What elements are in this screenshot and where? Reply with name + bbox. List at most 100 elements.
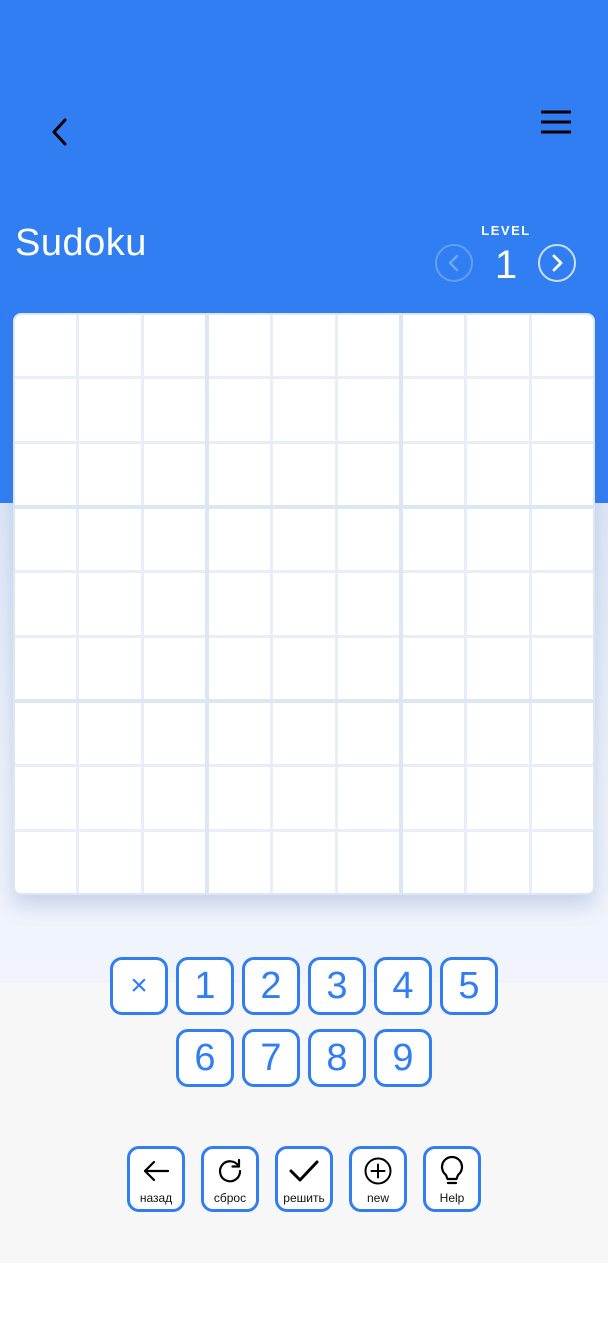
board-cell[interactable] (403, 573, 465, 635)
new-game-button[interactable]: new (349, 1146, 407, 1212)
board-cell[interactable] (403, 509, 465, 571)
board-cell[interactable] (337, 509, 399, 571)
board-cell[interactable] (403, 443, 465, 505)
board-cell[interactable] (209, 831, 271, 893)
board-cell[interactable] (467, 315, 529, 377)
back-button[interactable] (38, 110, 82, 154)
board-cell[interactable] (467, 443, 529, 505)
board-cell[interactable] (337, 703, 399, 765)
board-cell[interactable] (143, 315, 205, 377)
board-cell[interactable] (143, 703, 205, 765)
board-cell[interactable] (467, 379, 529, 441)
board-cell[interactable] (15, 637, 77, 699)
board-cell[interactable] (143, 573, 205, 635)
board-cell[interactable] (209, 573, 271, 635)
board-cell[interactable] (337, 573, 399, 635)
board-cell[interactable] (15, 379, 77, 441)
board-cell[interactable] (337, 315, 399, 377)
board-cell[interactable] (403, 379, 465, 441)
board-cell[interactable] (15, 315, 77, 377)
number-key-1[interactable]: 1 (176, 957, 234, 1015)
board-cell[interactable] (273, 703, 335, 765)
board-cell[interactable] (15, 831, 77, 893)
board-cell[interactable] (15, 767, 77, 829)
number-key-5[interactable]: 5 (440, 957, 498, 1015)
board-cell[interactable] (143, 831, 205, 893)
board-cell[interactable] (273, 831, 335, 893)
board-cell[interactable] (273, 767, 335, 829)
board-cell[interactable] (143, 509, 205, 571)
number-key-8[interactable]: 8 (308, 1029, 366, 1087)
board-cell[interactable] (337, 767, 399, 829)
board-cell[interactable] (79, 315, 141, 377)
board-cell[interactable] (467, 703, 529, 765)
board-cell[interactable] (15, 509, 77, 571)
board-cell[interactable] (143, 767, 205, 829)
board-cell[interactable] (79, 767, 141, 829)
board-cell[interactable] (337, 379, 399, 441)
reset-button[interactable]: сброс (201, 1146, 259, 1212)
board-cell[interactable] (15, 443, 77, 505)
board-cell[interactable] (531, 637, 593, 699)
board-cell[interactable] (531, 443, 593, 505)
number-key-6[interactable]: 6 (176, 1029, 234, 1087)
number-key-9[interactable]: 9 (374, 1029, 432, 1087)
board-cell[interactable] (467, 767, 529, 829)
board-cell[interactable] (531, 509, 593, 571)
board-cell[interactable] (79, 703, 141, 765)
board-cell[interactable] (209, 703, 271, 765)
board-cell[interactable] (79, 379, 141, 441)
board-cell[interactable] (273, 315, 335, 377)
board-cell[interactable] (15, 573, 77, 635)
board-cell[interactable] (209, 637, 271, 699)
number-key-3[interactable]: 3 (308, 957, 366, 1015)
board-cell[interactable] (467, 509, 529, 571)
number-key-2[interactable]: 2 (242, 957, 300, 1015)
board-cell[interactable] (531, 831, 593, 893)
level-next-button[interactable] (538, 244, 576, 282)
board-cell[interactable] (209, 315, 271, 377)
undo-button[interactable]: назад (127, 1146, 185, 1212)
board-cell[interactable] (273, 637, 335, 699)
board-cell[interactable] (273, 443, 335, 505)
board-cell[interactable] (467, 831, 529, 893)
board-cell[interactable] (209, 767, 271, 829)
board-cell[interactable] (337, 443, 399, 505)
board-cell[interactable] (79, 637, 141, 699)
board-cell[interactable] (531, 379, 593, 441)
board-cell[interactable] (337, 831, 399, 893)
board-cell[interactable] (209, 379, 271, 441)
menu-button[interactable] (534, 100, 578, 144)
board-cell[interactable] (531, 315, 593, 377)
board-cell[interactable] (79, 573, 141, 635)
help-button[interactable]: Help (423, 1146, 481, 1212)
board-cell[interactable] (15, 703, 77, 765)
board-cell[interactable] (531, 703, 593, 765)
board-cell[interactable] (531, 767, 593, 829)
board-cell[interactable] (143, 379, 205, 441)
board-cell[interactable] (337, 637, 399, 699)
board-cell[interactable] (143, 443, 205, 505)
board-cell[interactable] (79, 831, 141, 893)
board-cell[interactable] (273, 509, 335, 571)
board-cell[interactable] (209, 443, 271, 505)
board-cell[interactable] (273, 379, 335, 441)
board-cell[interactable] (403, 767, 465, 829)
erase-key[interactable]: × (110, 957, 168, 1015)
board-cell[interactable] (531, 573, 593, 635)
board-cell[interactable] (467, 637, 529, 699)
board-cell[interactable] (209, 509, 271, 571)
board-cell[interactable] (143, 637, 205, 699)
solve-button[interactable]: решить (275, 1146, 333, 1212)
board-cell[interactable] (273, 573, 335, 635)
board-cell[interactable] (403, 831, 465, 893)
board-cell[interactable] (467, 573, 529, 635)
level-prev-button[interactable] (435, 244, 473, 282)
board-cell[interactable] (79, 443, 141, 505)
board-cell[interactable] (79, 509, 141, 571)
board-cell[interactable] (403, 315, 465, 377)
number-key-4[interactable]: 4 (374, 957, 432, 1015)
board-cell[interactable] (403, 703, 465, 765)
board-cell[interactable] (403, 637, 465, 699)
number-key-7[interactable]: 7 (242, 1029, 300, 1087)
